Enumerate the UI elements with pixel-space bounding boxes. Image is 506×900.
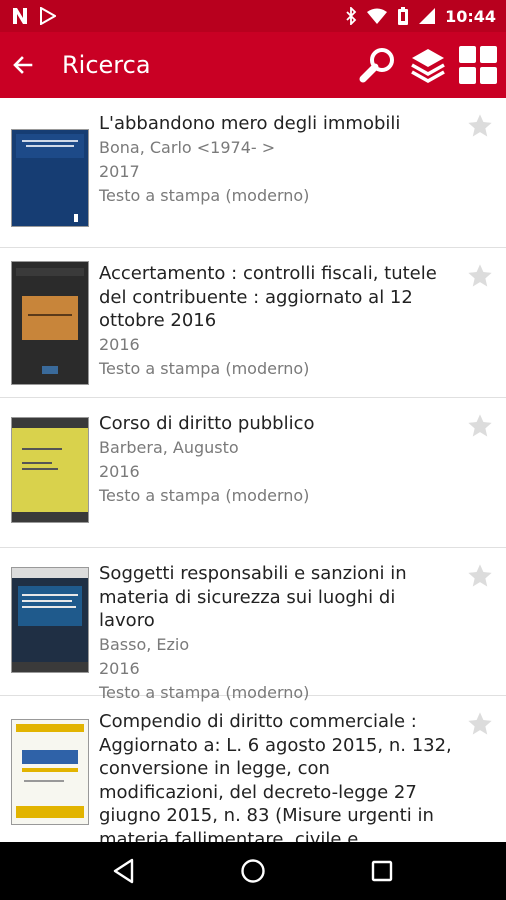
book-cover (12, 262, 88, 384)
item-type: Testo a stampa (moderno) (99, 358, 310, 378)
play-store-icon (40, 7, 56, 25)
home-button[interactable] (229, 847, 277, 895)
bluetooth-icon (346, 7, 357, 25)
item-type: Testo a stampa (moderno) (99, 185, 310, 205)
item-year: 2016 (99, 461, 140, 481)
star-icon[interactable] (466, 412, 494, 440)
layers-button[interactable] (406, 43, 450, 87)
item-author: Bona, Carlo <1974- > (99, 137, 276, 157)
item-author: Barbera, Augusto (99, 437, 239, 457)
star-icon[interactable] (466, 112, 494, 140)
grid-button[interactable] (456, 43, 500, 87)
book-cover (12, 418, 88, 522)
battery-icon (398, 7, 409, 25)
item-title: L'abbandono mero degli immobili (99, 113, 401, 134)
app-bar: Ricerca (0, 32, 506, 98)
item-author: Basso, Ezio (99, 634, 190, 654)
item-title: Soggetti responsabili e sanzioni in mate… (99, 563, 407, 631)
item-year: 2016 (99, 658, 140, 678)
search-icon (359, 48, 394, 83)
book-cover (12, 720, 88, 824)
netflix-n-icon (13, 8, 27, 24)
search-button[interactable] (356, 43, 400, 87)
item-year: 2016 (99, 334, 140, 354)
status-bar: 10:44 (0, 0, 506, 32)
results-list: L'abbandono mero degli immobili Bona, Ca… (0, 98, 506, 842)
recents-square-icon (371, 860, 392, 882)
item-title: Corso di diritto pubblico (99, 413, 315, 434)
item-title: Compendio di diritto commerciale : Aggio… (99, 711, 452, 842)
system-nav-bar (0, 842, 506, 900)
layers-icon (411, 49, 445, 84)
clock: 10:44 (445, 6, 496, 26)
page-title: Ricerca (62, 51, 151, 79)
star-icon[interactable] (466, 562, 494, 590)
list-item[interactable]: Soggetti responsabili e sanzioni in mate… (0, 548, 506, 702)
recents-button[interactable] (358, 847, 406, 895)
list-item[interactable]: Compendio di diritto commerciale : Aggio… (0, 696, 506, 842)
book-cover (12, 130, 88, 226)
star-icon[interactable] (466, 262, 494, 290)
list-item[interactable]: Corso di diritto pubblico Barbera, Augus… (0, 398, 506, 548)
signal-icon (419, 8, 436, 24)
wifi-icon (367, 8, 388, 24)
back-button[interactable] (0, 32, 46, 98)
item-year: 2017 (99, 161, 140, 181)
arrow-left-icon (13, 56, 33, 74)
item-type: Testo a stampa (moderno) (99, 485, 310, 505)
book-cover (12, 568, 88, 672)
list-item[interactable]: Accertamento : controlli fiscali, tutele… (0, 248, 506, 398)
list-item[interactable]: L'abbandono mero degli immobili Bona, Ca… (0, 98, 506, 248)
home-circle-icon (241, 859, 265, 883)
back-triangle-icon (114, 858, 134, 884)
grid-icon (459, 46, 497, 84)
star-icon[interactable] (466, 710, 494, 738)
item-title: Accertamento : controlli fiscali, tutele… (99, 263, 437, 331)
system-back-button[interactable] (100, 847, 148, 895)
